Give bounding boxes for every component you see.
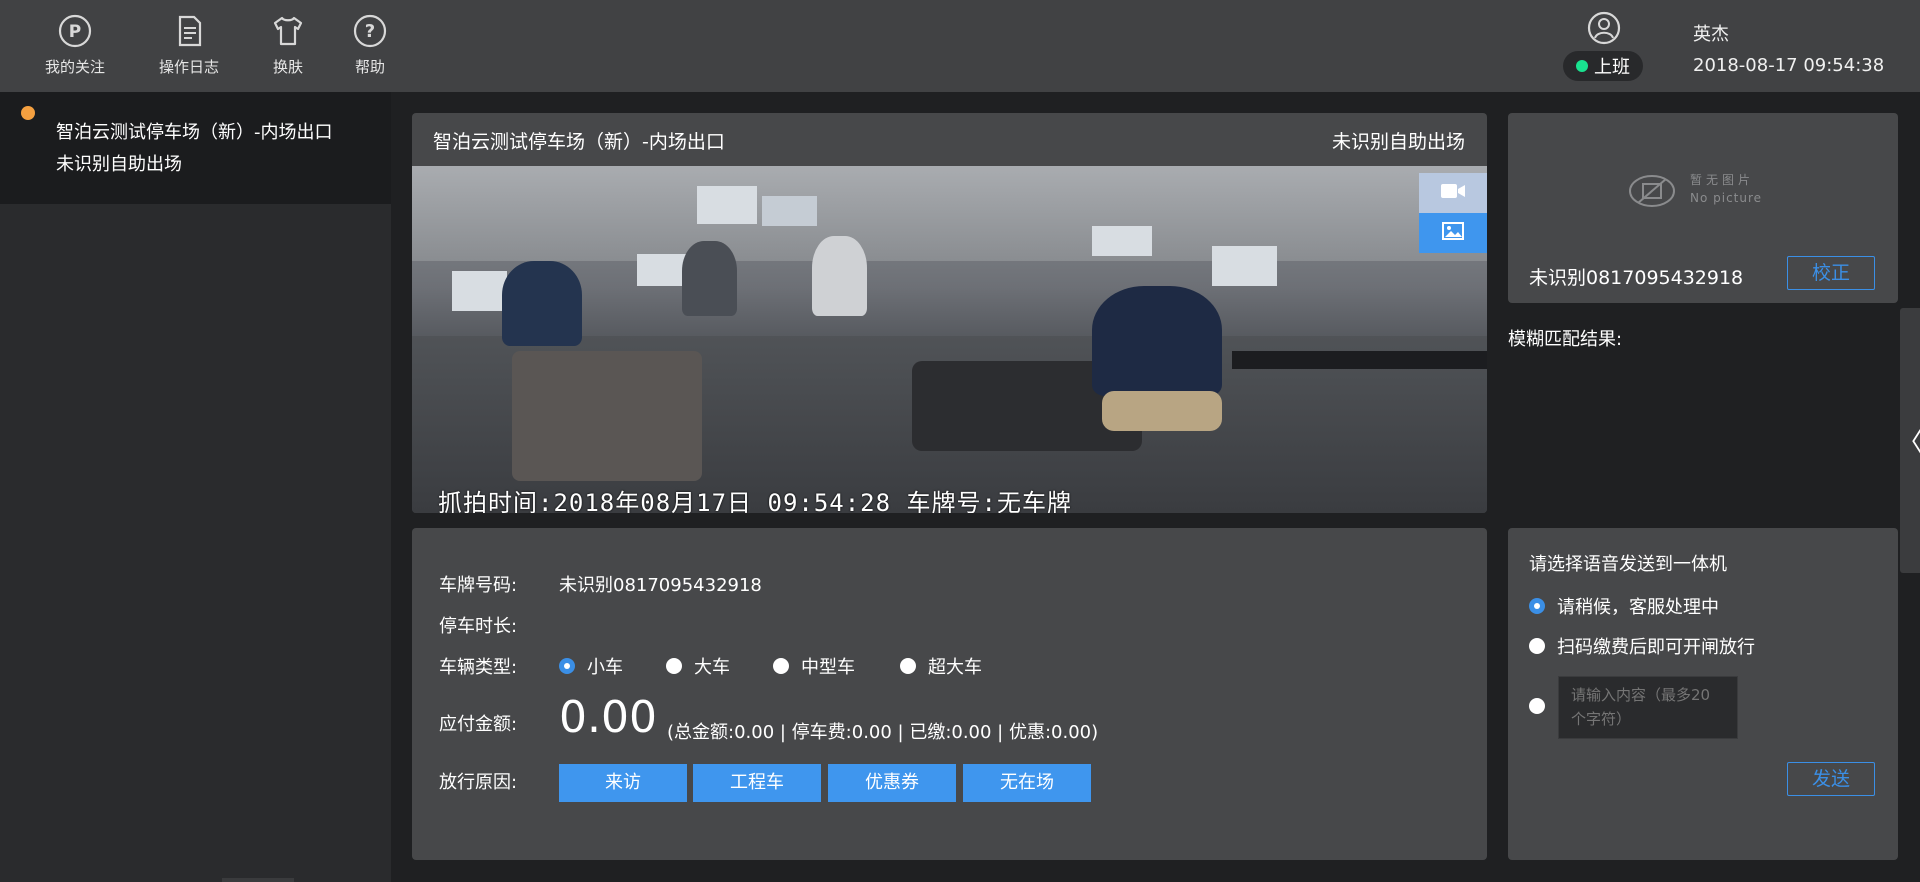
- amount-value: 0.00: [559, 692, 657, 743]
- scene-legs: [1102, 391, 1222, 431]
- nav-label: 换肤: [272, 58, 303, 76]
- voice-title: 请选择语音发送到一体机: [1529, 554, 1727, 575]
- collapse-handle[interactable]: 〈: [1897, 308, 1920, 573]
- radio-dot: [900, 658, 916, 674]
- radio-dot: [1529, 698, 1545, 714]
- chevron-left-icon: 〈: [1897, 422, 1920, 459]
- alert-dot: [21, 106, 35, 120]
- fuzzy-match-label: 模糊匹配结果:: [1508, 329, 1623, 350]
- radio-label: 小车: [587, 657, 623, 678]
- snapshot-button[interactable]: [1419, 213, 1487, 253]
- vehicle-type-large[interactable]: 大车: [666, 653, 730, 679]
- scene-monitor: [637, 254, 687, 286]
- reason-visitor-button[interactable]: 来访: [559, 764, 687, 802]
- duration-label: 停车时长:: [439, 616, 518, 637]
- video-panel: 智泊云测试停车场（新）-内场出口 未识别自助出场 抓拍时间:2018年08月17…: [412, 113, 1487, 513]
- send-button[interactable]: 发送: [1787, 762, 1875, 796]
- image-icon: [1442, 222, 1464, 244]
- parking-icon: P: [25, 14, 125, 48]
- no-picture-cn: 暂无图片: [1690, 173, 1755, 187]
- duty-status-toggle[interactable]: 上班: [1563, 51, 1643, 81]
- radio-dot: [1529, 638, 1545, 654]
- plate-panel: 暂无图片 No picture 未识别0817095432918 校正: [1508, 113, 1898, 303]
- radio-label: 请稍候，客服处理中: [1557, 597, 1719, 618]
- top-bar: P 我的关注 操作日志 换肤 ? 帮助 上班 英杰 2018-08-17 09:…: [0, 0, 1920, 92]
- nav-operation-log[interactable]: 操作日志: [139, 14, 239, 77]
- nav-help[interactable]: ? 帮助: [320, 14, 420, 77]
- vehicle-type-extra-large[interactable]: 超大车: [900, 653, 982, 679]
- vehicle-type-label: 车辆类型:: [439, 657, 518, 678]
- camera-title: 智泊云测试停车场（新）-内场出口: [433, 131, 725, 153]
- svg-text:?: ?: [365, 21, 375, 42]
- user-name: 英杰: [1693, 24, 1729, 45]
- no-picture-en: No picture: [1690, 191, 1763, 205]
- live-video-button[interactable]: [1419, 173, 1487, 213]
- amount-label: 应付金额:: [439, 714, 518, 735]
- scene-wall: [412, 166, 1487, 261]
- radio-label: 超大车: [928, 657, 982, 678]
- reason-not-present-button[interactable]: 无在场: [963, 764, 1091, 802]
- reason-coupon-button[interactable]: 优惠券: [828, 764, 956, 802]
- radio-label: 中型车: [801, 657, 855, 678]
- calibrate-button[interactable]: 校正: [1787, 256, 1875, 290]
- scene-person: [1092, 286, 1222, 396]
- plate-label: 车牌号码:: [439, 575, 518, 596]
- radio-label: 大车: [694, 657, 730, 678]
- voice-option-wait[interactable]: 请稍候，客服处理中: [1529, 593, 1719, 619]
- event-sidebar: 智泊云测试停车场（新）-内场出口 未识别自助出场: [0, 92, 391, 882]
- capture-image: 抓拍时间:2018年08月17日 09:54:28 车牌号:无车牌: [412, 166, 1487, 513]
- camera-status: 未识别自助出场: [1331, 131, 1465, 153]
- status-dot: [1576, 60, 1588, 72]
- custom-voice-input[interactable]: [1558, 676, 1738, 739]
- scene-monitor: [1092, 226, 1152, 256]
- voice-option-custom[interactable]: [1529, 698, 1545, 714]
- video-camera-icon: [1440, 182, 1466, 204]
- scene-monitor: [452, 271, 507, 311]
- scene-monitor: [697, 186, 757, 224]
- duty-status-label: 上班: [1594, 57, 1630, 78]
- radio-dot: [559, 658, 575, 674]
- radio-dot: [773, 658, 789, 674]
- plate-number-text: 未识别0817095432918: [1529, 267, 1744, 289]
- scene-person: [812, 236, 867, 316]
- svg-text:P: P: [69, 22, 81, 42]
- amount-breakdown: (总金额:0.00 | 停车费:0.00 | 已缴:0.00 | 优惠:0.00…: [667, 722, 1099, 743]
- release-reason-label: 放行原因:: [439, 772, 518, 793]
- reason-engineering-button[interactable]: 工程车: [693, 764, 821, 802]
- scene-person: [682, 241, 737, 316]
- no-picture-placeholder: 暂无图片 No picture: [1628, 161, 1778, 225]
- vehicle-info-panel: 车牌号码: 未识别0817095432918 停车时长: 车辆类型: 小车 大车…: [412, 528, 1487, 860]
- nav-label: 帮助: [354, 58, 385, 76]
- radio-dot: [1529, 598, 1545, 614]
- vehicle-type-small[interactable]: 小车: [559, 653, 623, 679]
- vehicle-type-medium[interactable]: 中型车: [773, 653, 855, 679]
- sidebar-event-item[interactable]: 智泊云测试停车场（新）-内场出口 未识别自助出场: [0, 92, 391, 204]
- document-icon: [139, 14, 239, 48]
- voice-option-scan-pay[interactable]: 扫码缴费后即可开闸放行: [1529, 633, 1755, 659]
- radio-dot: [666, 658, 682, 674]
- plate-value: 未识别0817095432918: [559, 575, 762, 596]
- sidebar-event-subtitle: 未识别自助出场: [56, 154, 182, 175]
- scene-chair: [512, 351, 702, 481]
- nav-my-follow[interactable]: P 我的关注: [25, 14, 125, 77]
- scene-person: [502, 261, 582, 346]
- sidebar-scrollbar[interactable]: [222, 878, 294, 882]
- nav-label: 操作日志: [158, 58, 219, 76]
- scene-monitor: [1212, 246, 1277, 286]
- voice-panel: 请选择语音发送到一体机 请稍候，客服处理中 扫码缴费后即可开闸放行 发送: [1508, 528, 1898, 860]
- nav-label: 我的关注: [44, 58, 105, 76]
- user-icon[interactable]: [1587, 11, 1621, 49]
- help-icon: ?: [320, 14, 420, 48]
- radio-label: 扫码缴费后即可开闸放行: [1557, 637, 1755, 658]
- capture-overlay-text: 抓拍时间:2018年08月17日 09:54:28 车牌号:无车牌: [438, 489, 1072, 513]
- scene-desk: [1232, 351, 1487, 369]
- sidebar-event-title: 智泊云测试停车场（新）-内场出口: [56, 122, 333, 143]
- scene-monitor: [762, 196, 817, 226]
- current-datetime: 2018-08-17 09:54:38: [1693, 55, 1885, 76]
